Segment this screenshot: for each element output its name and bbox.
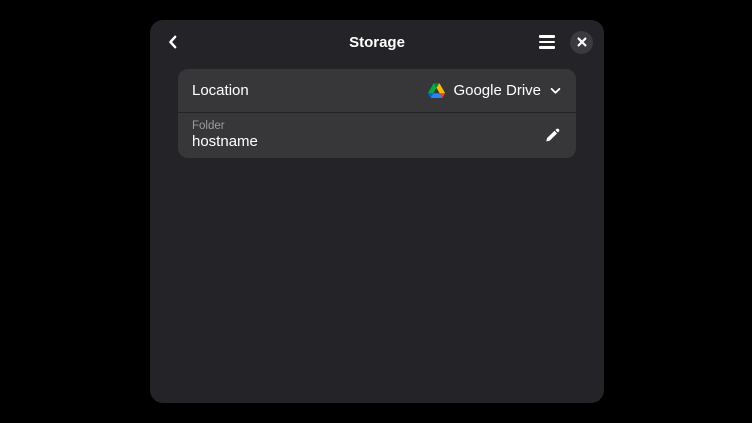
storage-settings-list: Location — [178, 69, 576, 158]
edit-pencil-icon — [544, 128, 560, 144]
storage-dialog: Storage Location — [150, 20, 604, 403]
folder-entry-row[interactable]: Folder hostname — [178, 112, 576, 158]
chevron-down-icon — [549, 84, 562, 97]
folder-label: Folder — [192, 119, 258, 133]
google-drive-icon — [428, 83, 445, 98]
close-icon — [577, 37, 587, 47]
location-value-text: Google Drive — [453, 82, 541, 99]
location-dropdown-row[interactable]: Location — [178, 69, 576, 112]
location-label: Location — [192, 82, 249, 99]
menu-button[interactable] — [532, 27, 562, 57]
folder-entry: Folder hostname — [192, 119, 258, 152]
screen-background: Storage Location — [0, 0, 752, 423]
dialog-content: Location — [150, 64, 604, 158]
folder-value[interactable]: hostname — [192, 133, 258, 152]
location-selected-value: Google Drive — [428, 82, 562, 99]
dialog-header: Storage — [150, 20, 604, 64]
hamburger-menu-icon — [539, 35, 555, 48]
back-button[interactable] — [158, 27, 188, 57]
chevron-left-icon — [165, 34, 181, 50]
close-button[interactable] — [570, 31, 593, 54]
edit-folder-button[interactable] — [538, 122, 566, 150]
